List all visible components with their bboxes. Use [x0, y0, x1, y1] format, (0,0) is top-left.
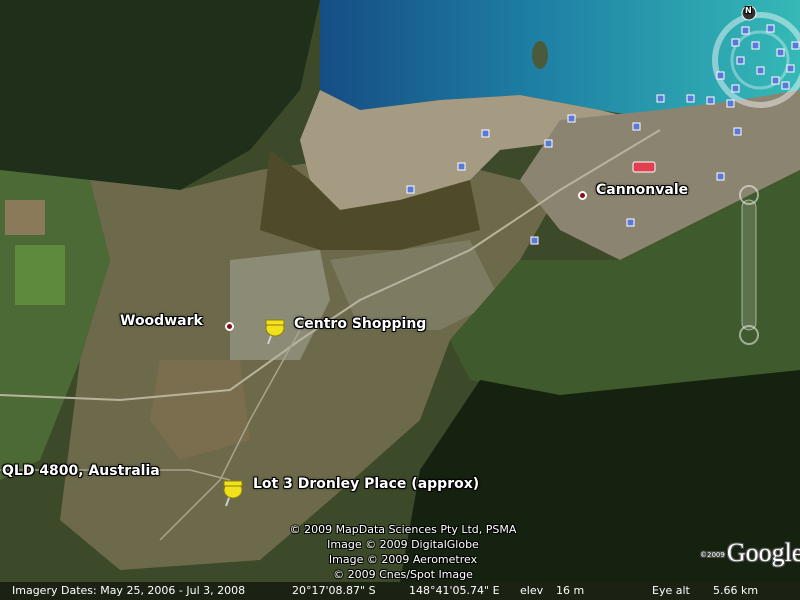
poi-square-icon[interactable] [771, 76, 780, 85]
poi-square-icon[interactable] [686, 94, 695, 103]
place-label-woodwark[interactable]: Woodwark [120, 313, 203, 329]
poi-square-icon[interactable] [736, 56, 745, 65]
hotel-icon[interactable] [632, 161, 656, 173]
satellite-map[interactable] [0, 0, 800, 600]
cannonvale-marker-icon[interactable] [578, 191, 587, 200]
google-logo: ©2009Google [700, 538, 800, 567]
attribution: © 2009 MapData Sciences Pty Ltd, PSMA Im… [268, 522, 538, 582]
poi-square-icon[interactable] [716, 71, 725, 80]
eye-alt-value: 5.66 km [713, 584, 759, 597]
poi-square-icon[interactable] [626, 218, 635, 227]
poi-square-icon[interactable] [530, 236, 539, 245]
poi-square-icon[interactable] [741, 26, 750, 35]
poi-square-icon[interactable] [716, 172, 725, 181]
place-label-lot3[interactable]: Lot 3 Dronley Place (approx) [253, 476, 479, 492]
credit-line: Image © 2009 DigitalGlobe [327, 538, 479, 551]
latitude-readout: 20°17'08.87" S [292, 584, 376, 597]
poi-square-icon[interactable] [756, 66, 765, 75]
poi-square-icon[interactable] [632, 122, 641, 131]
place-label-centro[interactable]: Centro Shopping [294, 316, 426, 332]
poi-square-icon[interactable] [656, 94, 665, 103]
poi-square-icon[interactable] [731, 38, 740, 47]
poi-square-icon[interactable] [481, 129, 490, 138]
poi-square-icon[interactable] [791, 41, 800, 50]
poi-square-icon[interactable] [544, 139, 553, 148]
credit-line: Image © 2009 Aerometrex [328, 553, 478, 566]
poi-square-icon[interactable] [733, 127, 742, 136]
poi-square-icon[interactable] [457, 162, 466, 171]
poi-square-icon[interactable] [731, 84, 740, 93]
credit-line: © 2009 MapData Sciences Pty Ltd, PSMA [289, 523, 517, 536]
poi-square-icon[interactable] [726, 99, 735, 108]
woodwark-marker-icon[interactable] [225, 322, 234, 331]
poi-square-icon[interactable] [706, 96, 715, 105]
place-label-cannonvale[interactable]: Cannonvale [596, 182, 688, 198]
elev-label: elev [520, 584, 544, 597]
imagery-dates: Imagery Dates: May 25, 2006 - Jul 3, 200… [12, 584, 246, 597]
poi-square-icon[interactable] [751, 41, 760, 50]
longitude-readout: 148°41'05.74" E [409, 584, 500, 597]
zoom-slider[interactable] [739, 185, 759, 345]
place-label-qld[interactable]: QLD 4800, Australia [2, 463, 160, 479]
poi-square-icon[interactable] [781, 81, 790, 90]
poi-square-icon[interactable] [567, 114, 576, 123]
elev-value: 16 m [556, 584, 585, 597]
compass-north-label: N [745, 6, 752, 15]
credit-line: © 2009 Cnes/Spot Image [333, 568, 473, 581]
poi-square-icon[interactable] [776, 48, 785, 57]
eye-alt-label: Eye alt [652, 584, 690, 597]
poi-square-icon[interactable] [786, 64, 795, 73]
poi-square-icon[interactable] [406, 185, 415, 194]
poi-square-icon[interactable] [766, 24, 775, 33]
status-bar: Imagery Dates: May 25, 2006 - Jul 3, 200… [0, 582, 800, 600]
